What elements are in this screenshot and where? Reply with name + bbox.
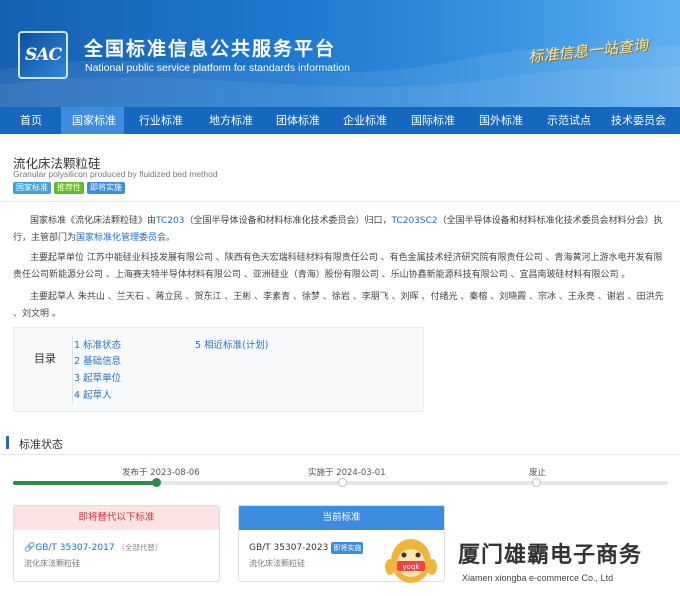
sac-logo[interactable]: SAC	[18, 31, 68, 79]
main-nav: 首页 国家标准 行业标准 地方标准 团体标准 企业标准 国际标准 国外标准 示范…	[0, 107, 680, 134]
divider	[0, 454, 680, 455]
timeline-label-abolished: 废止	[529, 468, 547, 478]
current-standard-name: 流化床法颗粒硅	[249, 559, 305, 568]
toc-item-status[interactable]: 1 标准状态	[74, 337, 121, 351]
nav-home[interactable]: 首页	[0, 107, 61, 134]
toc-item-drafters[interactable]: 4 起草人	[74, 387, 112, 401]
site-title: 全国标准信息公共服务平台	[84, 38, 337, 60]
status-badge: 即将实施	[331, 542, 364, 554]
nav-international-standards[interactable]: 国际标准	[399, 107, 467, 134]
nav-local-standards[interactable]: 地方标准	[196, 107, 264, 134]
standard-title-en: Granular polysilicon produced by fluidiz…	[13, 169, 218, 179]
current-standard-code: GB/T 35307-2023 即将实施	[249, 542, 364, 554]
section-title-status: 标准状态	[19, 438, 63, 451]
link-sac-admin[interactable]: 国家标准化管理委员会	[76, 233, 166, 243]
link-icon: 🔗	[24, 543, 36, 553]
toc-label: 目录	[34, 352, 56, 365]
site-subtitle: National public service platform for sta…	[85, 62, 350, 74]
tag-national-standard: 国家标准	[13, 182, 51, 194]
mascot-text: yoqk	[403, 563, 421, 571]
section-marker	[6, 436, 9, 449]
replacement-note: （全部代替）	[117, 543, 163, 552]
timeline-dot-abolished	[532, 478, 541, 487]
intro-text: 。	[166, 233, 176, 243]
link-tc203[interactable]: TC203	[156, 216, 184, 226]
timeline-label-published: 发布于 2023-08-06	[122, 468, 200, 478]
drafters: 主要起草人 朱共山 、兰天石 、蒋立民 、贺东江 、王彬 、李素青 、徐梦 、徐…	[13, 292, 664, 319]
nav-enterprise-standards[interactable]: 企业标准	[332, 107, 399, 134]
tag-upcoming: 即将实施	[87, 182, 125, 194]
watermark-company-name-en: Xiamen xiongba e-commerce Co., Ltd	[462, 573, 614, 583]
link-tc203sc2[interactable]: TC203SC2	[391, 216, 437, 226]
watermark-company-name: 厦门雄霸电子商务	[458, 543, 643, 568]
replaced-standard-link[interactable]: GB/T 35307-2017	[35, 543, 114, 553]
nav-industry-standards[interactable]: 行业标准	[124, 107, 196, 134]
nav-foreign-standards[interactable]: 国外标准	[467, 107, 535, 134]
timeline-dot-effective	[338, 478, 347, 487]
replaced-standard-name: 流化床法颗粒硅	[24, 559, 80, 568]
table-of-contents: 目录 1 标准状态 2 基础信息 3 起草单位 4 起草人 5 相近标准(计划)	[13, 327, 424, 412]
replaced-standard-code: 🔗GB/T 35307-2017 （全部代替）	[24, 542, 162, 553]
timeline-dot-published	[152, 478, 161, 487]
replaced-standard-card: 即将替代以下标准 🔗GB/T 35307-2017 （全部代替） 流化床法颗粒硅	[13, 505, 220, 582]
toc-item-similar-standards[interactable]: 5 相近标准(计划)	[195, 337, 268, 351]
toc-separator	[72, 336, 73, 404]
timeline-label-effective: 实施于 2024-03-01	[308, 468, 386, 478]
toc-item-basic-info[interactable]: 2 基础信息	[74, 353, 121, 367]
standard-tags: 国家标准 推荐性 即将实施	[13, 182, 125, 194]
card-heading: 即将替代以下标准	[14, 506, 219, 530]
toc-item-drafting-units[interactable]: 3 起草单位	[74, 370, 121, 384]
nav-national-standards[interactable]: 国家标准	[61, 107, 124, 134]
divider	[0, 201, 680, 202]
site-header: SAC 全国标准信息公共服务平台 National public service…	[0, 0, 680, 107]
intro-text: 国家标准《流化床法颗粒硅》由	[30, 216, 157, 226]
nav-technical-committees[interactable]: 技术委员会	[601, 107, 674, 134]
mascot-watermark: yoqk	[385, 539, 437, 583]
current-standard-code-text: GB/T 35307-2023	[249, 543, 329, 553]
drafting-units: 主要起草单位 江苏中能硅业科技发展有限公司 、陕西有色天宏瑞科硅材料有限责任公司…	[13, 253, 663, 280]
nav-pilot-demonstration[interactable]: 示范试点	[535, 107, 601, 134]
nav-group-standards[interactable]: 团体标准	[264, 107, 332, 134]
intro-text: （全国半导体设备和材料标准化技术委员会）归口，	[184, 216, 392, 226]
intro-paragraph: 国家标准《流化床法颗粒硅》由TC203（全国半导体设备和材料标准化技术委员会）归…	[13, 213, 668, 247]
timeline-progress	[13, 481, 158, 485]
tag-recommended: 推荐性	[54, 182, 84, 194]
